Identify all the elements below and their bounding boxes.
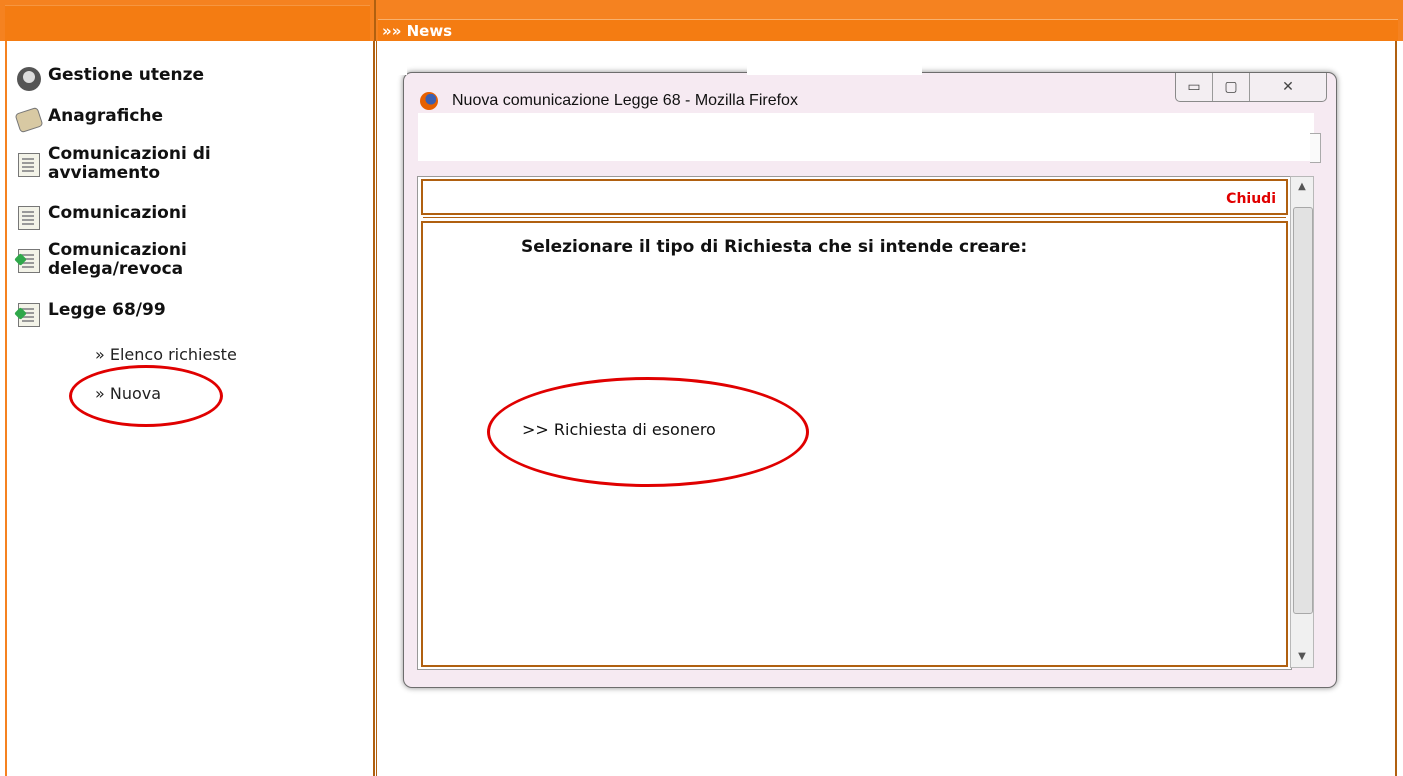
chiudi-bar: Chiudi: [421, 179, 1288, 215]
blank-mask-1: [380, 41, 407, 75]
maximize-button[interactable]: ▢: [1213, 73, 1250, 101]
sidebar-item-anagrafiche[interactable]: Anagrafiche: [14, 106, 164, 134]
book-icon: [14, 106, 44, 134]
blank-area-1: [503, 259, 855, 401]
close-button[interactable]: ✕: [1250, 73, 1326, 101]
document-icon: [16, 204, 42, 230]
popup-title: Nuova comunicazione Legge 68 - Mozilla F…: [452, 92, 798, 109]
sidebar-item-comunicazioni-delega-revoca[interactable]: Comunicazioni delega/revoca: [14, 240, 248, 279]
firefox-icon: [420, 92, 438, 110]
richiesta-esonero-link[interactable]: >> Richiesta di esonero: [522, 420, 716, 439]
sidebar-item-label: Anagrafiche: [48, 106, 164, 126]
sidebar-item-label: Legge 68/99: [48, 300, 166, 320]
document-green-icon: [14, 247, 42, 273]
scroll-up-icon[interactable]: ▲: [1291, 177, 1313, 197]
popup-content: Chiudi Selezionare il tipo di Richiesta …: [417, 176, 1292, 670]
scroll-down-icon[interactable]: ▼: [1291, 647, 1313, 667]
people-icon: [16, 66, 42, 92]
minimize-button[interactable]: ▭: [1176, 73, 1213, 101]
sidebar-item-gestione-utenze[interactable]: Gestione utenze: [16, 66, 204, 92]
scroll-thumb[interactable]: [1293, 207, 1313, 614]
sidebar-item-comunicazioni[interactable]: Comunicazioni: [16, 204, 187, 230]
sidebar-item-legge-68-99[interactable]: Legge 68/99: [14, 300, 166, 327]
vertical-scrollbar[interactable]: ▲ ▼: [1290, 176, 1314, 668]
document-green-icon: [14, 301, 42, 327]
request-type-heading: Selezionare il tipo di Richiesta che si …: [521, 237, 1028, 257]
request-type-box: Selezionare il tipo di Richiesta che si …: [421, 217, 1288, 667]
address-bar-edge: [1310, 133, 1321, 163]
sidebar-item-label: Gestione utenze: [48, 65, 205, 85]
sub-item-elenco-richieste[interactable]: » Elenco richieste: [95, 345, 237, 364]
sidebar-item-comunicazioni-avviamento[interactable]: Comunicazioni di avviamento: [16, 145, 268, 183]
firefox-popup-window: Nuova comunicazione Legge 68 - Mozilla F…: [403, 72, 1337, 688]
document-icon: [16, 151, 42, 177]
news-title: »» News: [378, 19, 1398, 41]
blank-mask-2: [747, 41, 922, 75]
window-controls: ▭ ▢ ✕: [1175, 73, 1327, 102]
page: »» News Gestione utenze Anagrafiche Comu…: [0, 0, 1403, 776]
sidebar-item-label: Comunicazioni: [48, 203, 187, 223]
address-bar-area: [418, 113, 1314, 161]
sub-item-nuova[interactable]: » Nuova: [95, 384, 161, 403]
blank-area-2: [503, 453, 874, 567]
sidebar-item-label: Comunicazioni delega/revoca: [48, 240, 187, 279]
sidebar-item-label: Comunicazioni di avviamento: [48, 144, 211, 183]
chiudi-link[interactable]: Chiudi: [1226, 191, 1276, 207]
header-left-bar: [0, 0, 376, 41]
